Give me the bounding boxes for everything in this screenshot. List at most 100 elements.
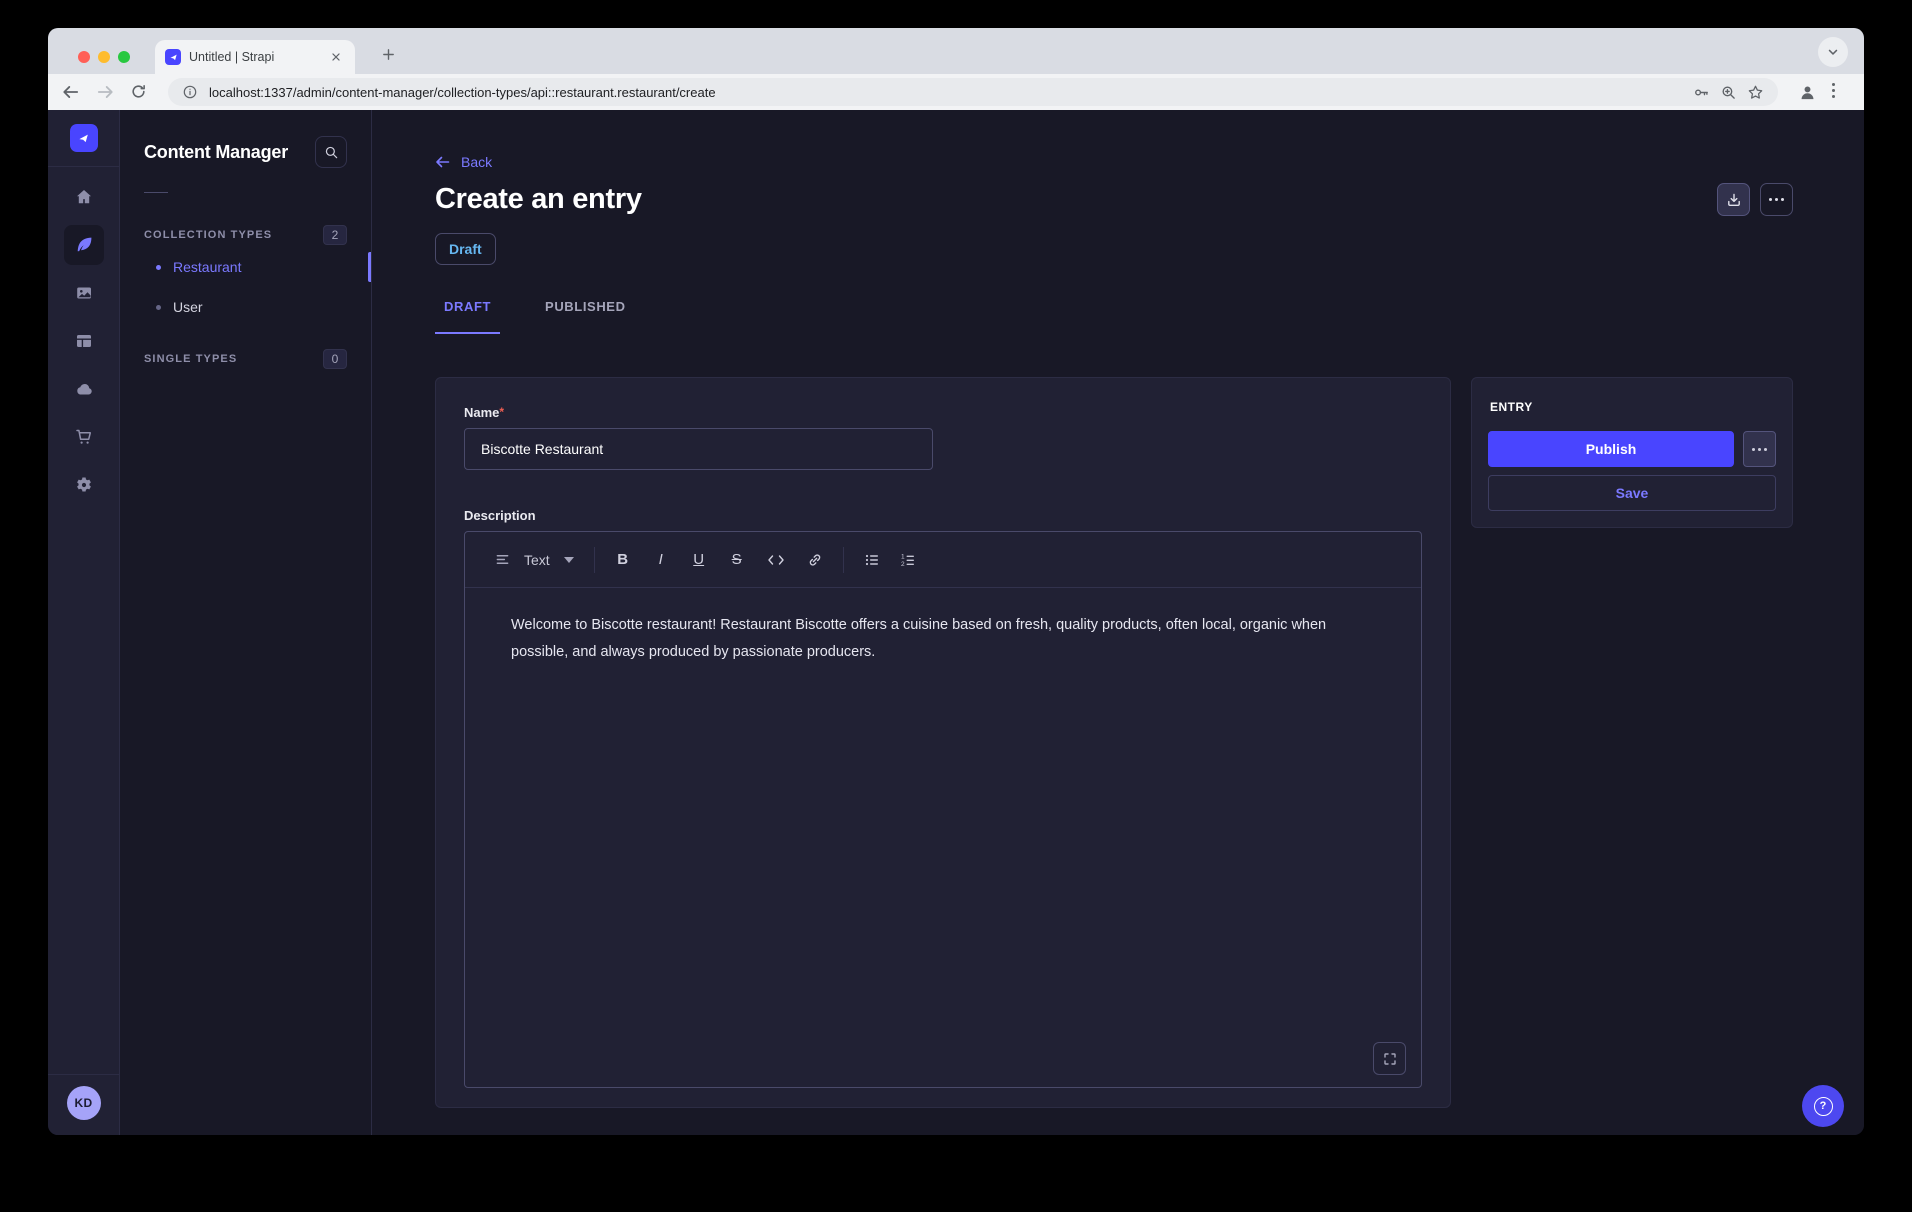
- bold-button[interactable]: B: [615, 551, 631, 568]
- url-bar[interactable]: localhost:1337/admin/content-manager/col…: [168, 78, 1778, 106]
- browser-toolbar: localhost:1337/admin/content-manager/col…: [48, 74, 1864, 110]
- user-avatar[interactable]: KD: [67, 1086, 101, 1120]
- bullet-icon: [156, 265, 161, 270]
- svg-text:2: 2: [901, 560, 905, 567]
- page-title: Create an entry: [435, 183, 1793, 216]
- browser-tabstrip: Untitled | Strapi: [48, 28, 1864, 74]
- entry-panel-title: ENTRY: [1490, 400, 1776, 414]
- header-more-button[interactable]: [1760, 183, 1793, 216]
- download-icon: [1726, 192, 1742, 208]
- deploy-cloud-icon[interactable]: [64, 369, 104, 409]
- editor-toolbar: Text B I U S: [465, 532, 1421, 588]
- settings-gear-icon[interactable]: [64, 465, 104, 505]
- text-style-dropdown[interactable]: Text: [495, 552, 574, 568]
- marketplace-cart-icon[interactable]: [64, 417, 104, 457]
- sidebar-item-label: User: [173, 299, 203, 315]
- browser-tab[interactable]: Untitled | Strapi: [155, 40, 355, 74]
- description-field-label: Description: [464, 508, 1422, 523]
- code-button[interactable]: [767, 553, 785, 567]
- underline-button[interactable]: U: [691, 551, 707, 568]
- media-library-icon[interactable]: [64, 273, 104, 313]
- svg-text:1: 1: [901, 553, 905, 560]
- tab-draft[interactable]: DRAFT: [435, 299, 500, 334]
- status-badge: Draft: [435, 233, 496, 265]
- tab-title: Untitled | Strapi: [189, 50, 319, 64]
- export-download-button[interactable]: [1717, 183, 1750, 216]
- close-window-button[interactable]: [78, 51, 90, 63]
- content-manager-sidebar: Content Manager COLLECTION TYPES 2 Resta…: [120, 110, 372, 1135]
- zoom-window-button[interactable]: [118, 51, 130, 63]
- sidebar-item-user[interactable]: User: [156, 289, 347, 325]
- ellipsis-icon: [1769, 198, 1784, 201]
- minimize-window-button[interactable]: [98, 51, 110, 63]
- bullet-icon: [156, 305, 161, 310]
- save-button[interactable]: Save: [1488, 475, 1776, 511]
- code-icon: [767, 553, 785, 567]
- back-nav-icon[interactable]: [62, 83, 80, 101]
- single-types-count-badge: 0: [323, 349, 347, 369]
- expand-icon: [1382, 1051, 1398, 1067]
- tab-search-chevron-icon[interactable]: [1818, 37, 1848, 67]
- align-left-icon: [495, 552, 510, 567]
- sidebar-divider: [144, 192, 168, 193]
- arrow-left-icon: [435, 154, 451, 170]
- profile-avatar-icon[interactable]: [1798, 83, 1816, 101]
- sidebar-search-button[interactable]: [315, 136, 347, 168]
- bulleted-list-button[interactable]: [864, 552, 880, 568]
- tab-published[interactable]: PUBLISHED: [536, 299, 635, 334]
- name-input[interactable]: [464, 428, 933, 470]
- browser-window: Untitled | Strapi localhost:1337/admin/c…: [48, 28, 1864, 1135]
- name-field-label: Name*: [464, 405, 1422, 420]
- publish-button[interactable]: Publish: [1488, 431, 1734, 467]
- forward-nav-icon[interactable]: [96, 83, 114, 101]
- strapi-favicon: [165, 49, 181, 65]
- toolbar-divider: [843, 547, 844, 573]
- browser-menu-icon[interactable]: [1832, 83, 1850, 101]
- main-nav-rail: KD: [48, 110, 120, 1135]
- bulleted-list-icon: [864, 552, 880, 568]
- text-style-value: Text: [524, 552, 550, 568]
- strapi-logo-icon[interactable]: [70, 124, 98, 152]
- window-controls: [78, 51, 130, 63]
- strikethrough-button[interactable]: S: [729, 551, 745, 568]
- password-key-icon[interactable]: [1693, 84, 1710, 101]
- sidebar-item-restaurant[interactable]: Restaurant: [156, 249, 347, 285]
- required-mark: *: [499, 405, 504, 419]
- zoom-page-icon[interactable]: [1720, 84, 1737, 101]
- entry-panel: ENTRY Publish Save: [1471, 377, 1793, 528]
- layouts-icon[interactable]: [64, 321, 104, 361]
- entry-form-card: Name* Description Text: [435, 377, 1451, 1108]
- link-button[interactable]: [807, 552, 823, 568]
- single-types-label: SINGLE TYPES: [144, 353, 237, 365]
- bookmark-star-icon[interactable]: [1747, 84, 1764, 101]
- expand-editor-button[interactable]: [1373, 1042, 1406, 1075]
- collection-types-count-badge: 2: [323, 225, 347, 245]
- nav-divider: [48, 166, 119, 167]
- content-manager-icon[interactable]: [64, 225, 104, 265]
- main-content: Back Create an entry Draft DRAFT PUBLISH…: [372, 110, 1864, 1135]
- toolbar-divider: [594, 547, 595, 573]
- rich-text-editor: Text B I U S: [464, 531, 1422, 1088]
- ellipsis-icon: [1752, 448, 1767, 451]
- tab-close-icon[interactable]: [327, 48, 345, 66]
- sidebar-item-label: Restaurant: [173, 259, 241, 275]
- site-info-icon[interactable]: [182, 84, 199, 101]
- italic-button[interactable]: I: [653, 551, 669, 568]
- collection-types-label: COLLECTION TYPES: [144, 229, 272, 241]
- link-icon: [807, 552, 823, 568]
- url-text[interactable]: localhost:1337/admin/content-manager/col…: [209, 85, 1683, 100]
- numbered-list-button[interactable]: 12: [900, 552, 916, 568]
- reload-icon[interactable]: [130, 83, 148, 101]
- version-tabs: DRAFT PUBLISHED: [435, 299, 1793, 334]
- back-link[interactable]: Back: [435, 154, 492, 170]
- back-label: Back: [461, 154, 492, 170]
- chevron-down-icon: [564, 557, 574, 563]
- new-tab-button[interactable]: [375, 41, 401, 67]
- home-icon[interactable]: [64, 177, 104, 217]
- question-mark-icon: ?: [1814, 1097, 1833, 1116]
- strapi-app: KD Content Manager COLLECTION TYPES 2 Re…: [48, 110, 1864, 1135]
- description-content[interactable]: Welcome to Biscotte restaurant! Restaura…: [465, 588, 1421, 1087]
- entry-more-button[interactable]: [1743, 431, 1776, 467]
- nav-divider: [48, 1074, 119, 1075]
- help-button[interactable]: ?: [1802, 1085, 1844, 1127]
